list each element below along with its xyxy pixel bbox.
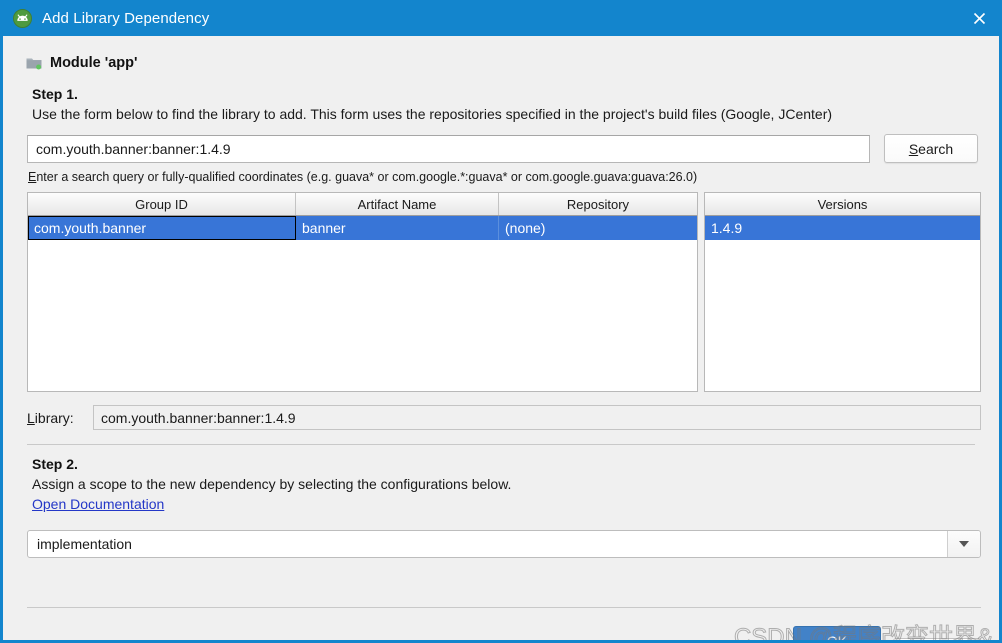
results-table-header: Group ID Artifact Name Repository [28,193,697,216]
ok-button[interactable]: OK [793,626,881,640]
library-label-rest: ibrary: [34,409,74,426]
module-label: Module 'app' [50,55,138,71]
library-label-mnemonic: L [27,409,35,426]
add-library-dependency-dialog: Add Library Dependency Module 'app' Step… [0,0,1002,643]
column-header-repository[interactable]: Repository [499,193,697,215]
library-label: Library: [27,410,93,426]
module-row: Module 'app' [26,55,981,71]
results-table-left: Group ID Artifact Name Repository com.yo… [27,192,698,392]
step1-heading: Step 1. [32,86,78,102]
dialog-title: Add Library Dependency [42,9,210,27]
cell-artifact-name[interactable]: banner [296,216,499,240]
step2-heading: Step 2. [32,456,78,472]
configuration-combobox[interactable]: implementation [27,530,981,558]
cancel-button[interactable]: Cancel [893,638,981,640]
table-row[interactable]: 1.4.9 [705,216,980,240]
footer-divider [27,607,981,608]
module-folder-icon [26,58,42,69]
search-button[interactable]: Search [884,134,978,163]
chevron-down-icon[interactable] [947,531,980,557]
results-table-right: Versions 1.4.9 [704,192,981,392]
chevron-down-glyph [959,541,969,547]
search-button-label-rest: earch [918,140,954,157]
step1-description: Use the form below to find the library t… [32,106,833,122]
cell-versions[interactable]: 1.4.9 [705,216,980,240]
cell-group-id[interactable]: com.youth.banner [28,216,296,240]
column-header-group-id[interactable]: Group ID [28,193,296,215]
search-hint: Enter a search query or fully-qualified … [28,170,981,184]
close-glyph [973,12,985,24]
dialog-buttons: OK Cancel [793,626,981,640]
configuration-selected-value[interactable]: implementation [28,531,947,557]
library-row: Library: com.youth.banner:banner:1.4.9 [27,405,981,430]
open-documentation-link[interactable]: Open Documentation [32,496,164,512]
step2-description: Assign a scope to the new dependency by … [32,476,512,492]
column-header-versions[interactable]: Versions [705,193,980,215]
table-row[interactable]: com.youth.banner banner (none) [28,216,697,240]
search-button-mnemonic: S [908,140,919,157]
column-header-artifact-name[interactable]: Artifact Name [296,193,499,215]
cell-repository[interactable]: (none) [499,216,697,240]
search-row: Search [27,134,981,163]
versions-table-header: Versions [705,193,980,216]
search-hint-rest: nter a search query or fully-qualified c… [36,170,698,184]
library-value: com.youth.banner:banner:1.4.9 [93,405,981,430]
dialog-titlebar: Add Library Dependency [3,0,999,36]
android-studio-icon [13,8,32,28]
close-icon[interactable] [956,0,999,36]
section-divider [27,444,975,445]
search-input[interactable] [27,134,870,163]
results-tables: Group ID Artifact Name Repository com.yo… [27,192,981,392]
dialog-content: Module 'app' Step 1. Use the form below … [3,55,999,640]
